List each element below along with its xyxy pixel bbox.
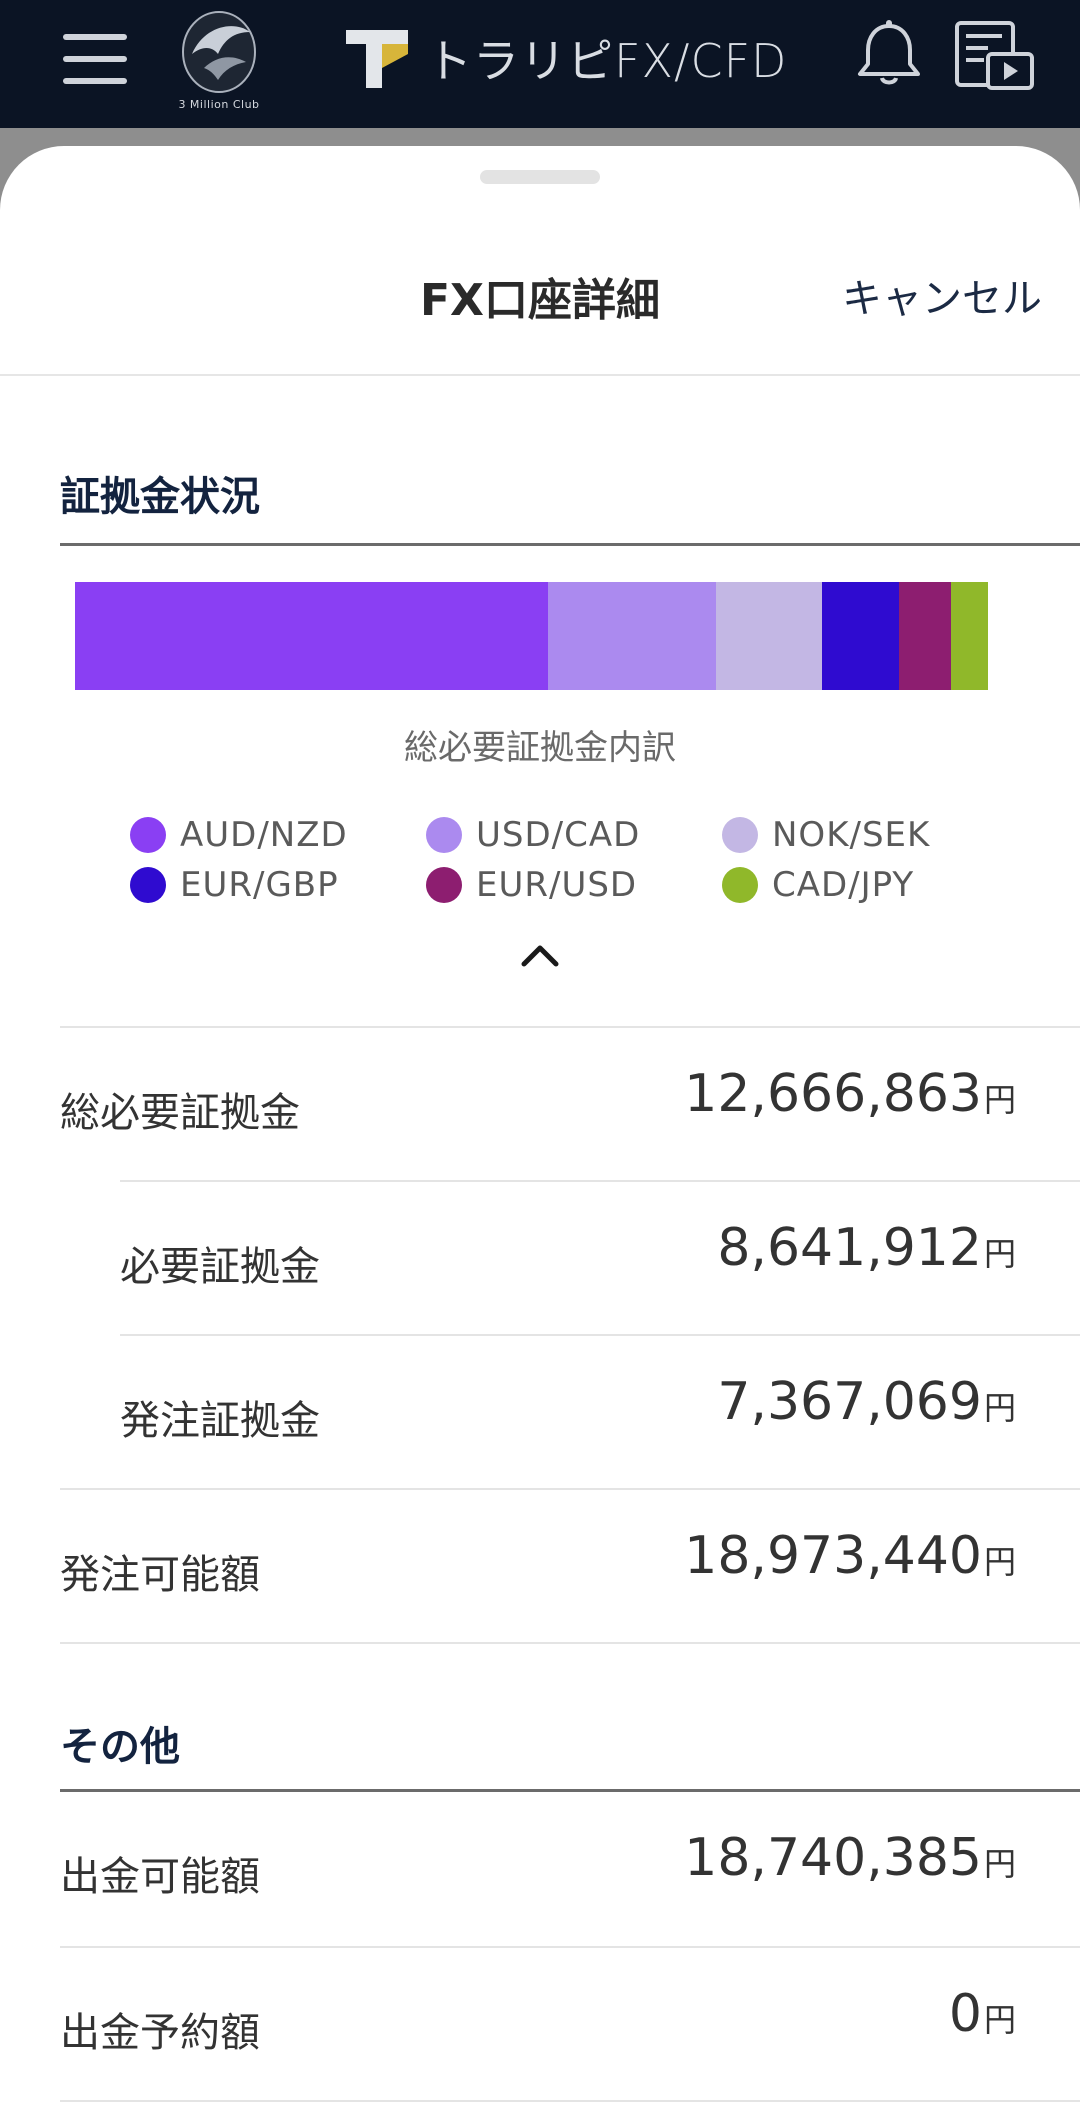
brand-logo[interactable]: トラリピFX/CFD <box>344 22 787 94</box>
row-label: 出金予約額 <box>60 2010 260 2056</box>
club-logo[interactable]: 3 Million Club <box>164 6 274 118</box>
row-amount: 7,367,069 <box>717 1372 982 1432</box>
margin-breakdown-chart <box>75 582 993 690</box>
sheet-drag-handle[interactable] <box>480 170 600 184</box>
legend-label: EUR/GBP <box>180 865 339 905</box>
row-amount: 18,973,440 <box>684 1526 982 1586</box>
sheet-header: FX口座詳細 キャンセル <box>0 226 1080 376</box>
cancel-button[interactable]: キャンセル <box>842 266 1042 324</box>
row-unit: 円 <box>983 1235 1016 1273</box>
bar-segment-aud-nzd <box>75 582 549 690</box>
row-value: 12,666,863 円 <box>684 1064 1016 1124</box>
legend-item: EUR/GBP <box>130 862 426 908</box>
row-divider <box>60 2100 1080 2102</box>
row-amount: 8,641,912 <box>717 1218 982 1278</box>
row-unit: 円 <box>983 1389 1016 1427</box>
order-margin-row: 発注証拠金 7,367,069 円 <box>120 1334 1080 1488</box>
chevron-up-icon[interactable] <box>520 940 560 968</box>
row-value: 7,367,069 円 <box>717 1372 1016 1432</box>
bar-segment-cad-jpy <box>950 582 989 690</box>
bar-segment-eur-gbp <box>822 582 899 690</box>
row-divider <box>60 1642 1080 1644</box>
app-bar: 3 Million Club トラリピFX/CFD <box>0 0 1080 128</box>
row-amount: 18,740,385 <box>684 1828 982 1888</box>
orderable-amount-row: 発注可能額 18,973,440 円 <box>60 1488 1080 1642</box>
margin-section-title: 証拠金状況 <box>60 474 260 520</box>
row-value: 18,973,440 円 <box>684 1526 1016 1586</box>
news-video-icon[interactable] <box>954 20 1036 92</box>
row-amount: 0 <box>948 1984 982 2044</box>
legend-label: AUD/NZD <box>180 815 348 855</box>
total-required-margin-row: 総必要証拠金 12,666,863 円 <box>60 1026 1080 1180</box>
legend-swatch <box>130 817 166 853</box>
row-label: 必要証拠金 <box>120 1244 320 1290</box>
withdrawable-amount-row: 出金可能額 18,740,385 円 <box>60 1792 1080 1946</box>
bell-icon[interactable] <box>852 18 926 92</box>
row-label: 総必要証拠金 <box>60 1090 300 1136</box>
row-value: 0 円 <box>949 1984 1016 2044</box>
brand-name: トラリピFX/CFD <box>426 34 788 88</box>
club-emblem-icon <box>182 11 256 93</box>
club-name: 3 Million Club <box>178 98 260 111</box>
row-unit: 円 <box>983 1845 1016 1883</box>
legend-label: USD/CAD <box>476 815 641 855</box>
withdrawal-reserved-row: 出金予約額 0 円 <box>60 1946 1080 2100</box>
legend-item: AUD/NZD <box>130 812 426 858</box>
row-value: 18,740,385 円 <box>684 1828 1016 1888</box>
row-amount: 12,666,863 <box>684 1064 982 1124</box>
legend-swatch <box>722 867 758 903</box>
legend-item: USD/CAD <box>426 812 722 858</box>
bar-segment-nok-sek <box>716 582 823 690</box>
chart-legend: AUD/NZD USD/CAD NOK/SEK EUR/GBP EUR/USD CAD/J… <box>130 812 1010 908</box>
brand-mark-icon <box>346 30 408 88</box>
legend-item: CAD/JPY <box>722 862 1018 908</box>
row-unit: 円 <box>983 2001 1016 2039</box>
row-label: 発注可能額 <box>60 1552 260 1598</box>
required-margin-row: 必要証拠金 8,641,912 円 <box>120 1180 1080 1334</box>
other-section-title: その他 <box>60 1724 180 1770</box>
section-divider <box>60 543 1080 546</box>
legend-swatch <box>130 867 166 903</box>
bar-segment-eur-usd <box>898 582 951 690</box>
row-value: 8,641,912 円 <box>717 1218 1016 1278</box>
row-label: 出金可能額 <box>60 1854 260 1900</box>
row-label: 発注証拠金 <box>120 1398 320 1444</box>
legend-item: NOK/SEK <box>722 812 1018 858</box>
bar-segment-usd-cad <box>548 582 717 690</box>
legend-swatch <box>426 817 462 853</box>
legend-label: NOK/SEK <box>772 815 931 855</box>
menu-icon[interactable] <box>63 34 127 84</box>
legend-label: CAD/JPY <box>772 865 915 905</box>
row-unit: 円 <box>983 1543 1016 1581</box>
legend-item: EUR/USD <box>426 862 722 908</box>
breakdown-label: 総必要証拠金内訳 <box>404 728 676 768</box>
legend-swatch <box>426 867 462 903</box>
row-unit: 円 <box>983 1081 1016 1119</box>
legend-label: EUR/USD <box>476 865 638 905</box>
legend-swatch <box>722 817 758 853</box>
